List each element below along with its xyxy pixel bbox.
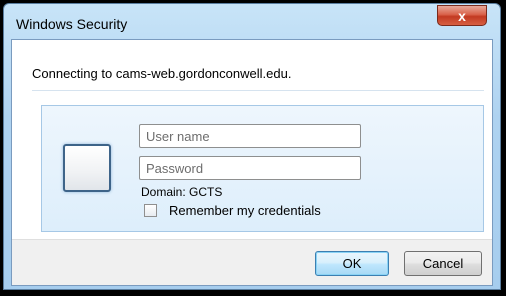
window-title: Windows Security bbox=[16, 16, 128, 32]
windows-security-dialog: Windows Security x Connecting to cams-we… bbox=[3, 3, 501, 290]
credential-panel[interactable]: Domain: GCTS Remember my credentials bbox=[41, 105, 484, 232]
close-icon: x bbox=[458, 7, 466, 24]
button-bar: OK Cancel bbox=[12, 239, 492, 285]
domain-label: Domain: GCTS bbox=[141, 185, 223, 199]
ok-button[interactable]: OK bbox=[315, 251, 389, 276]
remember-credentials-label: Remember my credentials bbox=[169, 203, 321, 218]
connection-message: Connecting to cams-web.gordonconwell.edu… bbox=[32, 66, 292, 81]
dialog-body: Connecting to cams-web.gordonconwell.edu… bbox=[11, 39, 493, 286]
user-tile-icon bbox=[63, 144, 111, 192]
remember-credentials-option[interactable]: Remember my credentials bbox=[144, 203, 321, 218]
divider bbox=[32, 90, 484, 91]
password-input[interactable] bbox=[139, 156, 361, 180]
remember-credentials-checkbox[interactable] bbox=[144, 204, 157, 217]
cancel-button[interactable]: Cancel bbox=[404, 251, 482, 276]
username-input[interactable] bbox=[139, 124, 361, 148]
close-button[interactable]: x bbox=[437, 5, 487, 26]
